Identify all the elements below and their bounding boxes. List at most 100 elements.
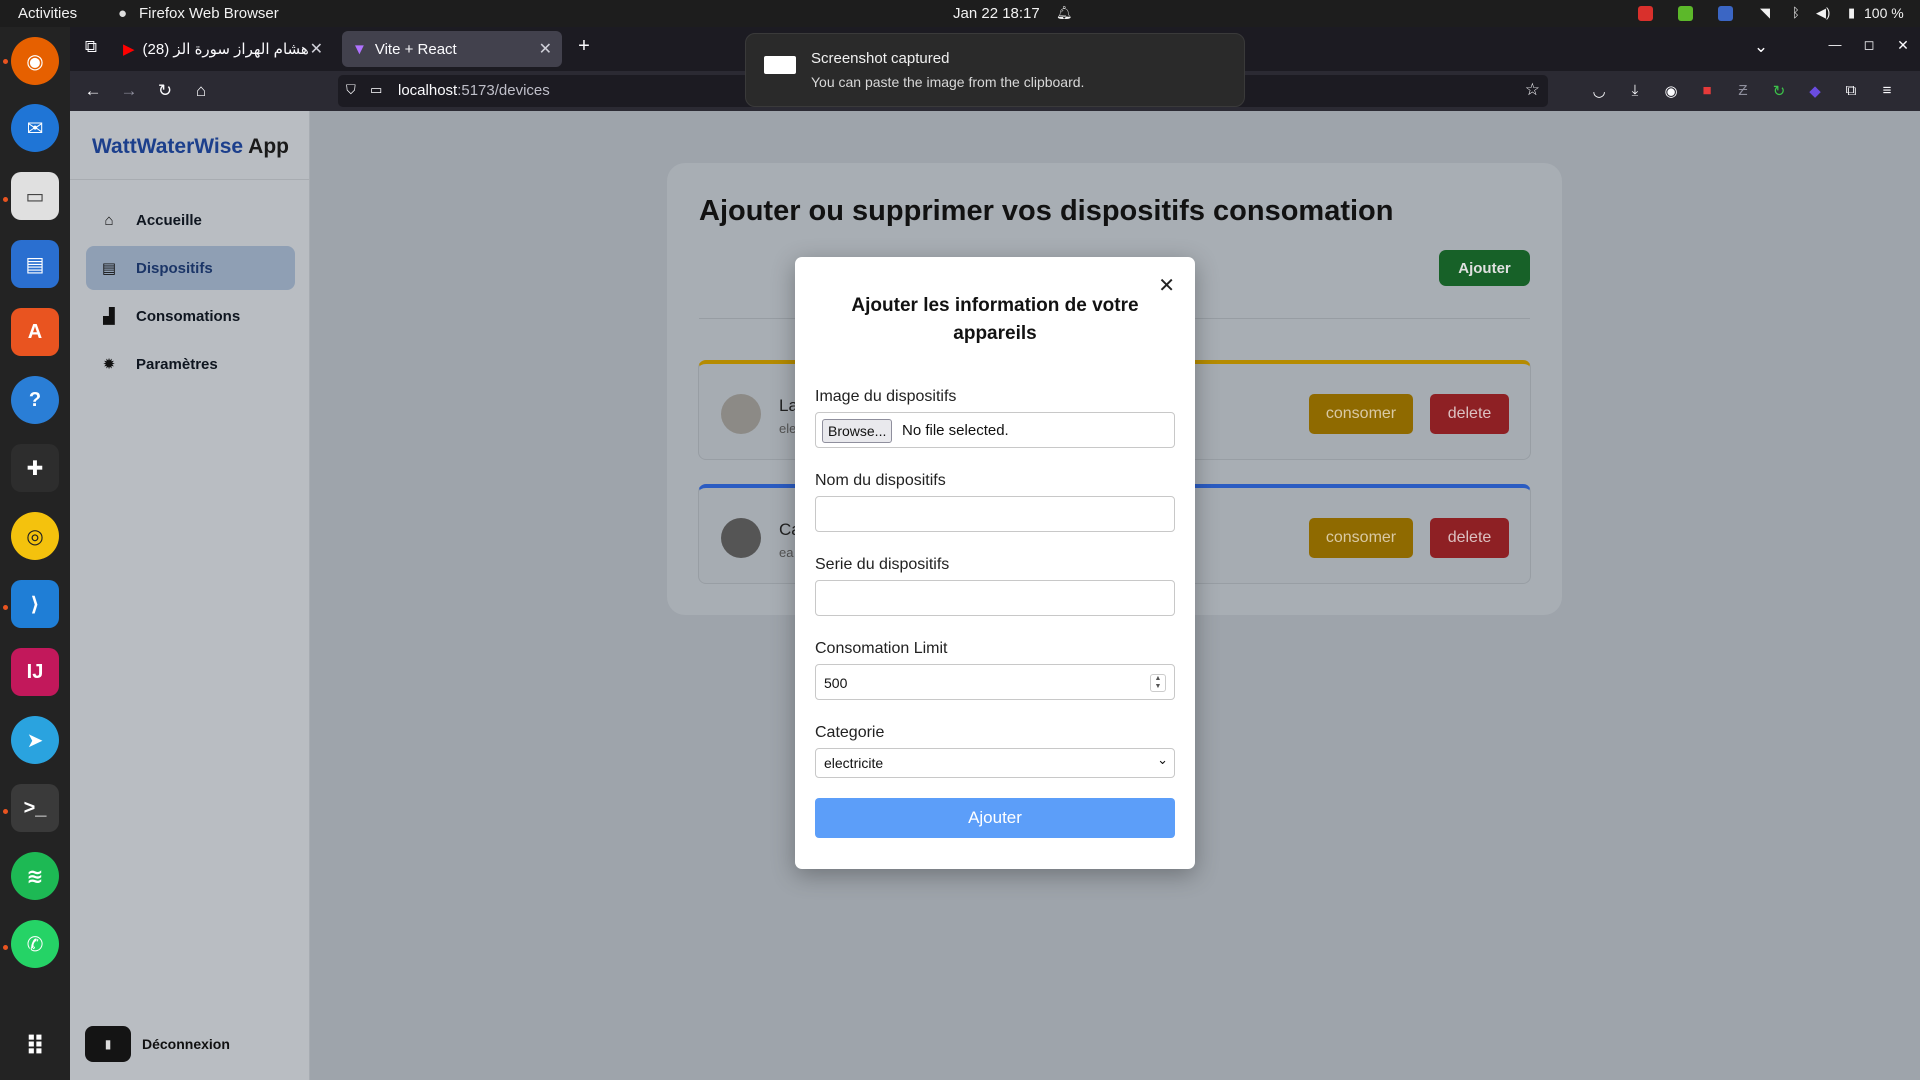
tab-label: (28) هشام الهراز سورة الز bbox=[142, 41, 309, 58]
extension-grey-icon[interactable]: Ƶ bbox=[1734, 82, 1752, 100]
tab-vite-react[interactable]: ▼ Vite + React ✕ bbox=[342, 31, 562, 67]
tab-label: Vite + React bbox=[374, 40, 457, 58]
category-value: electricite bbox=[824, 755, 884, 771]
extension-red-icon[interactable]: ■ bbox=[1698, 82, 1716, 100]
show-apps-icon[interactable]: ⠿ bbox=[11, 1022, 59, 1070]
notification-body: You can paste the image from the clipboa… bbox=[811, 74, 1085, 90]
limit-value: 500 bbox=[824, 675, 848, 691]
account-icon[interactable]: ◉ bbox=[1662, 82, 1680, 100]
sidebar-item-parametres[interactable]: ✹ Paramètres bbox=[86, 342, 295, 386]
maximize-icon[interactable]: ◻ bbox=[1858, 37, 1880, 53]
close-window-icon[interactable]: ✕ bbox=[1892, 37, 1914, 54]
minimize-icon[interactable]: — bbox=[1824, 37, 1846, 52]
vscode-icon[interactable]: ⟩ bbox=[11, 580, 59, 628]
url-host: localhost bbox=[398, 82, 458, 99]
thunderbird-icon[interactable]: ✉ bbox=[11, 104, 59, 152]
running-indicator bbox=[3, 605, 8, 610]
name-label: Nom du dispositifs bbox=[815, 472, 946, 489]
rhythmbox-icon[interactable]: ◎ bbox=[11, 512, 59, 560]
downloads-icon[interactable]: ⤓ bbox=[1626, 82, 1644, 100]
running-indicator bbox=[3, 945, 8, 950]
name-input[interactable] bbox=[815, 496, 1175, 532]
firefox-icon[interactable]: ◉ bbox=[11, 37, 59, 85]
chevron-down-icon: ⌄ bbox=[1157, 752, 1168, 767]
intellij-icon[interactable]: IJ bbox=[11, 648, 59, 696]
extension-green-icon[interactable]: ↻ bbox=[1770, 82, 1788, 100]
sidebar: WattWaterWise App ⌂ Accueille ▤ Disposit… bbox=[70, 111, 310, 1080]
menu-icon[interactable]: ≡ bbox=[1878, 82, 1896, 100]
list-tabs-icon[interactable]: ⌄ bbox=[1750, 37, 1772, 57]
serie-input[interactable] bbox=[815, 580, 1175, 616]
new-tab-icon[interactable]: + bbox=[573, 35, 595, 58]
home-icon[interactable]: ⌂ bbox=[190, 81, 212, 101]
software-center-icon[interactable]: A bbox=[11, 308, 59, 356]
sidebar-item-dispositifs[interactable]: ▤ Dispositifs bbox=[86, 246, 295, 290]
image-file-input[interactable]: Browse... No file selected. bbox=[815, 412, 1175, 448]
whatsapp-icon[interactable]: ✆ bbox=[11, 920, 59, 968]
add-device-button[interactable]: Ajouter bbox=[1439, 250, 1530, 286]
bookmark-star-icon[interactable]: ☆ bbox=[1525, 80, 1540, 100]
screen-record-icon[interactable] bbox=[1638, 6, 1653, 21]
sidebar-item-consomations[interactable]: ▟ Consomations bbox=[86, 294, 295, 338]
shield-icon[interactable]: ⛉ bbox=[346, 82, 356, 98]
consume-button[interactable]: consomer bbox=[1309, 518, 1413, 558]
close-tab-icon[interactable]: ✕ bbox=[310, 39, 323, 59]
battery-percent[interactable]: 100 % bbox=[1864, 5, 1904, 21]
reload-icon[interactable]: ↻ bbox=[154, 81, 176, 101]
running-indicator bbox=[3, 59, 8, 64]
sidebar-item-accueille[interactable]: ⌂ Accueille bbox=[86, 198, 295, 242]
youtube-icon: ▶ bbox=[123, 41, 135, 58]
browse-button[interactable]: Browse... bbox=[822, 419, 893, 443]
close-tab-icon[interactable]: ✕ bbox=[539, 39, 552, 59]
brand-name: WattWaterWise bbox=[92, 135, 244, 158]
writer-icon[interactable]: ▤ bbox=[11, 240, 59, 288]
telegram-icon[interactable]: ➤ bbox=[11, 716, 59, 764]
running-indicator bbox=[3, 197, 8, 202]
help-icon[interactable]: ? bbox=[11, 376, 59, 424]
sidebar-item-label: Dispositifs bbox=[136, 259, 213, 277]
bluetooth-icon[interactable]: ᛒ bbox=[1792, 5, 1800, 20]
brand-suffix: App bbox=[243, 135, 289, 158]
app-menu[interactable]: Firefox Web Browser bbox=[139, 5, 279, 22]
bluetooth-tray-icon[interactable] bbox=[1718, 6, 1733, 21]
delete-button[interactable]: delete bbox=[1430, 394, 1509, 434]
spotify-icon[interactable]: ≋ bbox=[11, 852, 59, 900]
back-icon[interactable]: ← bbox=[82, 81, 104, 101]
page-info-icon[interactable]: ▭ bbox=[370, 82, 382, 98]
clock[interactable]: Jan 22 18:17 bbox=[953, 5, 1040, 22]
brand-logo: WattWaterWise App bbox=[92, 135, 289, 159]
close-icon[interactable]: ✕ bbox=[1158, 273, 1175, 298]
activities-button[interactable]: Activities bbox=[18, 5, 77, 22]
delete-button[interactable]: delete bbox=[1430, 518, 1509, 558]
divider bbox=[70, 179, 310, 180]
files-icon[interactable]: ▭ bbox=[11, 172, 59, 220]
extensions-icon[interactable]: ⧉ bbox=[1842, 82, 1860, 100]
tab-overview-icon[interactable]: ⧉ bbox=[80, 37, 102, 57]
battery-icon[interactable]: ▮ bbox=[1848, 5, 1855, 21]
device-category: ea bbox=[779, 545, 794, 560]
consume-button[interactable]: consomer bbox=[1309, 394, 1413, 434]
device-category: ele bbox=[779, 421, 797, 436]
notification-bell-icon[interactable]: 🔔︎ bbox=[1056, 5, 1073, 21]
add-device-modal: ✕ Ajouter les information de votre appar… bbox=[795, 257, 1195, 869]
screenshot-notification[interactable]: Screenshot captured You can paste the im… bbox=[745, 33, 1245, 107]
forward-icon[interactable]: → bbox=[118, 81, 140, 101]
submit-button[interactable]: Ajouter bbox=[815, 798, 1175, 838]
volume-icon[interactable]: ◀) bbox=[1816, 5, 1830, 21]
logout-button[interactable]: ▮ Déconnexion bbox=[85, 1026, 230, 1062]
pocket-icon[interactable]: ◡ bbox=[1590, 82, 1608, 100]
wifi-icon[interactable]: ◥ bbox=[1760, 5, 1770, 21]
url-text: localhost:5173/devices bbox=[398, 82, 550, 99]
logout-icon: ▮ bbox=[85, 1026, 131, 1062]
tab-youtube[interactable]: ▶ (28) هشام الهراز سورة الز ✕ bbox=[113, 31, 333, 67]
extension-purple-icon[interactable]: ◆ bbox=[1806, 82, 1824, 100]
terminal-icon[interactable]: >_ bbox=[11, 784, 59, 832]
logout-label: Déconnexion bbox=[142, 1036, 230, 1052]
figma-icon[interactable]: ✚ bbox=[11, 444, 59, 492]
limit-input[interactable]: 500 ▲ ▼ bbox=[815, 664, 1175, 700]
shield-check-icon[interactable] bbox=[1678, 6, 1693, 21]
number-stepper-icon[interactable]: ▲ ▼ bbox=[1150, 674, 1166, 692]
vite-icon: ▼ bbox=[352, 40, 367, 58]
web-page: WattWaterWise App ⌂ Accueille ▤ Disposit… bbox=[70, 111, 1920, 1080]
category-select[interactable]: electricite ⌄ bbox=[815, 748, 1175, 778]
